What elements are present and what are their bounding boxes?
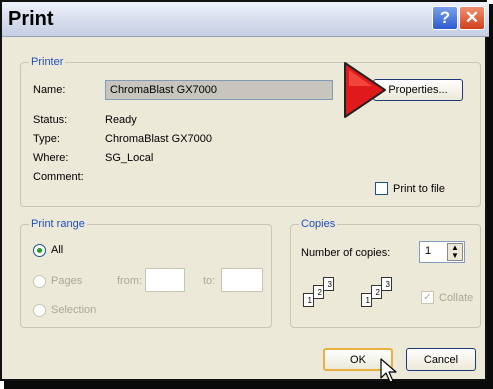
print-range-legend: Print range [29,218,87,230]
copies-spinner[interactable]: ▲ ▼ [447,243,463,261]
printer-legend: Printer [29,56,66,68]
comment-label: Comment: [33,171,84,183]
print-range-group: Print range All Pages from: to: Selectio… [20,218,272,328]
from-label: from: [117,275,143,287]
printer-name-value: ChromaBlast GX7000 [110,84,217,96]
all-label[interactable]: All [51,244,63,256]
ok-button-label: OK [350,353,366,366]
title-bar[interactable]: Print ? ✕ [2,2,489,37]
question-icon: ? [439,8,451,27]
print-to-file-label[interactable]: Print to file [393,183,445,195]
all-radio[interactable] [33,244,46,257]
copies-legend: Copies [299,218,338,230]
where-label: Where: [33,152,69,164]
name-label: Name: [33,84,66,96]
page-number: 3 [327,280,332,289]
help-button[interactable]: ? [432,6,458,30]
red-arrow-icon [344,62,386,118]
type-value: ChromaBlast GX7000 [105,133,212,145]
page-number: 3 [385,280,390,289]
page-number: 1 [365,296,370,305]
copies-group: Copies Number of copies: 1 ▲ ▼ 1 2 3 1 2 … [290,218,481,328]
properties-button-label: Properties... [388,84,448,96]
close-button[interactable]: ✕ [459,6,485,30]
mouse-cursor-icon [380,358,397,383]
type-label: Type: [33,133,60,145]
cancel-button-label: Cancel [423,353,459,366]
page-number: 2 [317,288,322,297]
status-value: Ready [105,114,137,126]
where-value: SG_Local [105,152,154,164]
page-number: 1 [307,296,312,305]
status-label: Status: [33,114,68,126]
pages-radio[interactable] [33,275,46,288]
cancel-button[interactable]: Cancel [406,348,476,371]
page-number: 2 [375,288,380,297]
printer-name-select[interactable]: ChromaBlast GX7000 [105,80,333,100]
from-input[interactable] [145,268,185,292]
copies-input[interactable]: 1 ▲ ▼ [419,241,465,263]
to-input[interactable] [221,268,263,292]
selection-label[interactable]: Selection [51,304,96,316]
collate-illustration: 1 2 3 1 2 3 [303,277,423,313]
print-dialog: Print ? ✕ Printer Name: ChromaBlast GX70… [0,0,489,383]
pages-label[interactable]: Pages [51,275,82,287]
collate-checkbox[interactable]: ✓ [421,291,434,304]
print-to-file-checkbox[interactable] [375,182,388,195]
dialog-title: Print [8,8,54,30]
number-of-copies-label: Number of copies: [301,247,391,259]
copies-value: 1 [425,245,432,257]
close-icon: ✕ [464,8,480,27]
collate-label[interactable]: Collate [439,292,473,304]
to-label: to: [203,275,216,287]
printer-group: Printer Name: ChromaBlast GX7000 Propert… [20,56,481,207]
selection-radio[interactable] [33,304,46,317]
